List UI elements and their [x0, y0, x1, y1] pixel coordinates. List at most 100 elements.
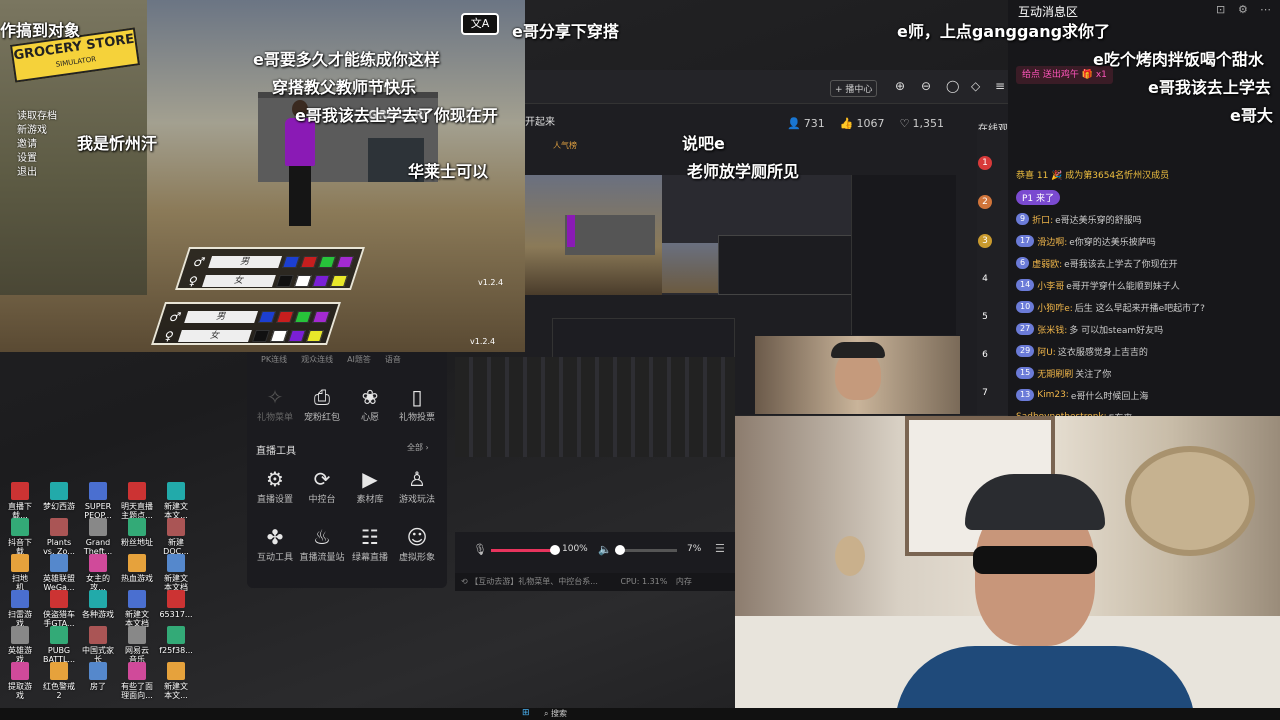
desktop-shortcut[interactable]: 新建文 本文...: [156, 482, 196, 520]
mic-icon[interactable]: 🎙: [473, 543, 487, 556]
menu-load[interactable]: 读取存档: [17, 110, 57, 124]
chat-text: 多 可以加steam好友吗: [1069, 325, 1164, 336]
desktop-shortcut[interactable]: 提取游戏: [0, 662, 40, 700]
desktop-shortcut[interactable]: 英雄联盟 WeGa...: [39, 554, 79, 592]
desktop-shortcut[interactable]: SUPER PEOP...: [78, 482, 118, 520]
desktop-shortcut[interactable]: 房了: [78, 662, 118, 691]
joystick-icon: ♙: [408, 467, 426, 491]
desktop-shortcut[interactable]: 新建文 本文...: [156, 662, 196, 700]
speaker-icon[interactable]: 🔈: [598, 543, 612, 556]
desktop-shortcut[interactable]: 侠盗猎车 手GTA...: [39, 590, 79, 628]
desktop-shortcut[interactable]: 英雄游戏: [0, 626, 40, 664]
color-yellow[interactable]: [330, 274, 349, 287]
male-option[interactable]: 男: [208, 255, 283, 268]
more-icon[interactable]: ⋯: [1260, 3, 1271, 16]
mic-slider[interactable]: [491, 549, 555, 552]
red-packet-tool[interactable]: ⎙ 宠粉红包: [297, 384, 347, 423]
speaker-slider-handle[interactable]: [615, 545, 625, 555]
stats-bar: 👤 731 👍 1067 ♡ 1,351: [787, 112, 954, 131]
tab-audience[interactable]: 观众连线: [301, 354, 333, 365]
settings-icon[interactable]: ⚙: [1238, 3, 1248, 16]
color-black[interactable]: [276, 274, 295, 287]
box-icon[interactable]: ◇: [971, 79, 980, 93]
menu-icon[interactable]: ≡: [995, 79, 1005, 93]
chat-username[interactable]: 虚弱欧:: [1032, 257, 1062, 270]
menu-settings[interactable]: 设置: [17, 152, 57, 166]
color-white[interactable]: [294, 274, 313, 287]
message-icon[interactable]: ◯: [946, 79, 959, 93]
desktop-shortcut[interactable]: PUBG BATTL...: [39, 626, 79, 664]
windows-start-icon[interactable]: ⊞: [522, 708, 530, 718]
wish-tool[interactable]: ❀ 心愿: [345, 384, 395, 423]
color-white[interactable]: [270, 329, 289, 342]
game-play-tool[interactable]: ♙ 游戏玩法: [392, 466, 442, 505]
cpu-usage: CPU: 1.31%: [620, 577, 668, 586]
view-all-link[interactable]: 全部 ›: [407, 442, 429, 453]
color-purple[interactable]: [336, 255, 355, 268]
menu-invite[interactable]: 邀请: [17, 138, 57, 152]
chat-username[interactable]: 滑边啊:: [1037, 235, 1067, 248]
color-violet[interactable]: [312, 274, 331, 287]
desktop-shortcut[interactable]: 明天直播 主题点...: [117, 482, 157, 520]
shortcut-label: 网易云: [125, 646, 149, 655]
chat-username[interactable]: 小李哥: [1037, 279, 1064, 292]
tab-pk[interactable]: PK连线: [261, 354, 287, 365]
desktop-shortcut[interactable]: 中国式家长: [78, 626, 118, 664]
color-red[interactable]: [276, 310, 295, 323]
desktop-shortcut[interactable]: 新建文 本文档: [117, 590, 157, 628]
female-option[interactable]: 女: [202, 274, 277, 287]
gift-menu-tool[interactable]: ✧ 礼物菜单: [250, 384, 300, 423]
color-green[interactable]: [318, 255, 337, 268]
desktop-shortcut[interactable]: f25f38...: [156, 626, 196, 655]
lock-icon[interactable]: ⊡: [1216, 3, 1225, 16]
desktop-shortcut[interactable]: 有些了面 理面向...: [117, 662, 157, 700]
avatar-tool[interactable]: ☺ 虚拟形象: [392, 524, 442, 563]
desktop-shortcut[interactable]: 扫雷游戏: [0, 590, 40, 628]
stream-center-button[interactable]: + 播中心: [830, 80, 878, 97]
desktop-shortcut[interactable]: 各种游戏: [78, 590, 118, 619]
upload-icon[interactable]: ⊕: [895, 79, 905, 93]
desktop-shortcut[interactable]: 新建文 本文档: [156, 554, 196, 592]
color-violet[interactable]: [288, 329, 307, 342]
desktop-shortcut[interactable]: Plants vs. Zo...: [39, 518, 79, 556]
desktop-shortcut[interactable]: 扫地机: [0, 554, 40, 592]
chat-username[interactable]: 无期刷刷: [1037, 367, 1073, 380]
desktop-shortcut[interactable]: 梦幻西游: [39, 482, 79, 511]
color-blue[interactable]: [282, 255, 301, 268]
desktop-shortcut[interactable]: Grand Theft...: [78, 518, 118, 556]
chat-username[interactable]: 折口:: [1032, 213, 1053, 226]
chat-username[interactable]: 张米钱:: [1037, 323, 1067, 336]
gift-vote-tool[interactable]: ▯ 礼物投票: [392, 384, 442, 423]
menu-exit[interactable]: 退出: [17, 166, 57, 180]
mixer-icon[interactable]: ☰: [715, 542, 725, 555]
chat-text: 后生 这么早起来开播e吧起市了?: [1074, 303, 1205, 314]
female-option[interactable]: 女: [178, 329, 253, 342]
desktop-shortcut[interactable]: 新建 DOC...: [156, 518, 196, 556]
desktop-shortcut[interactable]: 热血游戏: [117, 554, 157, 583]
app-icon: [50, 590, 68, 608]
desktop-shortcut[interactable]: 红色警戒 2: [39, 662, 79, 700]
tab-voice[interactable]: 语音: [385, 354, 401, 365]
desktop-shortcut[interactable]: 65317...: [156, 590, 196, 619]
chat-username[interactable]: Kim23:: [1037, 390, 1069, 400]
desktop-shortcut[interactable]: 直播下 载...: [0, 482, 40, 520]
translate-icon[interactable]: 文A: [461, 13, 499, 35]
color-purple[interactable]: [312, 310, 331, 323]
mic-slider-handle[interactable]: [550, 545, 560, 555]
menu-new-game[interactable]: 新游戏: [17, 124, 57, 138]
search-box[interactable]: ⌕ 搜索: [544, 708, 567, 719]
male-option[interactable]: 男: [184, 310, 259, 323]
color-black[interactable]: [252, 329, 271, 342]
desktop-shortcut[interactable]: 女主的 攻...: [78, 554, 118, 592]
color-red[interactable]: [300, 255, 319, 268]
color-green[interactable]: [294, 310, 313, 323]
chat-username[interactable]: 阿U:: [1037, 345, 1056, 358]
chat-username[interactable]: 小狗咋e:: [1037, 301, 1073, 314]
color-blue[interactable]: [258, 310, 277, 323]
color-yellow[interactable]: [306, 329, 325, 342]
desktop-shortcut[interactable]: 网易云 音乐: [117, 626, 157, 664]
desktop-shortcut[interactable]: 抖音下载: [0, 518, 40, 556]
controller-icon[interactable]: ⊖: [921, 79, 931, 93]
desktop-shortcut[interactable]: 粉丝地址: [117, 518, 157, 547]
tab-ai[interactable]: AI题答: [347, 354, 371, 365]
